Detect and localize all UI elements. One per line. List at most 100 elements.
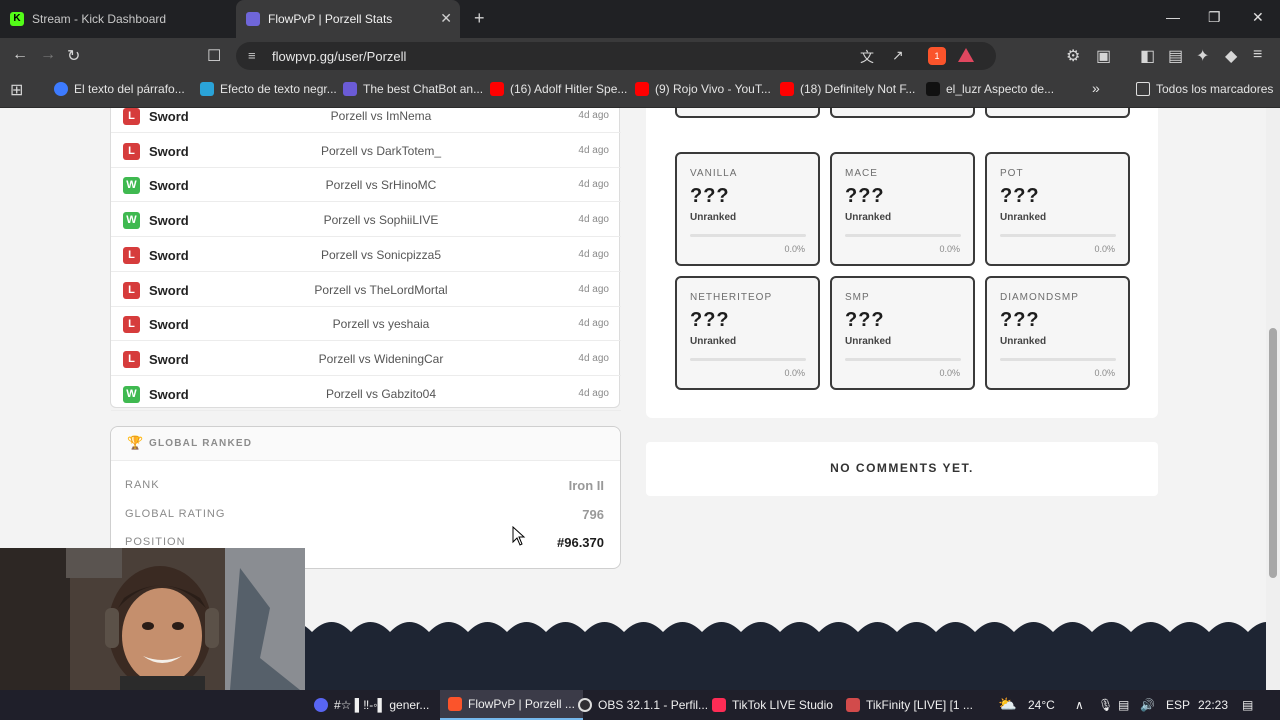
tray-overflow-icon[interactable]: ∧ [1075, 698, 1084, 712]
notifications-icon[interactable]: ▤ [1242, 698, 1253, 712]
match-time: 4d ago [578, 110, 609, 121]
bookmark-item[interactable]: el_luzr Aspecto de... [926, 82, 1054, 96]
match-players[interactable]: Porzell vs SophiiLIVE [251, 213, 511, 227]
match-row[interactable]: L Sword Porzell vs ImNema 4d ago [111, 108, 621, 133]
match-row[interactable]: L Sword Porzell vs Sonicpizza5 4d ago [111, 238, 621, 272]
menu-icon[interactable]: ≡ [1253, 46, 1262, 64]
loss-badge: L [123, 281, 140, 299]
weather-temperature[interactable]: 24°C [1028, 698, 1055, 712]
win-badge: W [123, 212, 140, 230]
tier-card[interactable]: POT??? Unranked 0.0% [985, 152, 1130, 266]
bookmark-item[interactable]: The best ChatBot an... [343, 82, 483, 96]
new-tab-button[interactable]: + [474, 8, 485, 29]
mouse-cursor-icon [512, 526, 526, 546]
taskbar-tiktok-live[interactable]: TikTok LIVE Studio [712, 690, 833, 720]
match-players[interactable]: Porzell vs ImNema [251, 109, 511, 123]
tab-kick-dashboard[interactable]: K Stream - Kick Dashboard [10, 0, 230, 38]
minimize-icon[interactable]: — [1166, 9, 1180, 25]
match-row[interactable]: W Sword Porzell vs SrHinoMC 4d ago [111, 168, 621, 203]
tier-status: Unranked [690, 212, 737, 223]
apps-grid-icon[interactable]: ⊞ [10, 80, 23, 100]
bookmark-item[interactable]: (16) Adolf Hitler Spe... [490, 82, 627, 96]
extensions-icon[interactable]: ⚙ [1066, 46, 1080, 66]
bookmark-icon[interactable]: ☐ [207, 46, 221, 66]
close-tab-icon[interactable]: ✕ [440, 10, 452, 27]
more-bookmarks-icon[interactable]: » [1092, 80, 1100, 96]
tier-card[interactable]: VANILLA??? Unranked 0.0% [675, 152, 820, 266]
bookmark-item[interactable]: El texto del párrafo... [54, 82, 185, 96]
taskbar-tikfinity[interactable]: TikFinity [LIVE] [1 ... [846, 690, 973, 720]
tier-status: Unranked [1000, 212, 1047, 223]
forward-icon[interactable]: → [40, 46, 56, 64]
match-players[interactable]: Porzell vs Gabzito04 [251, 387, 511, 401]
leo-ai-icon[interactable]: ✦ [1196, 46, 1209, 66]
match-row[interactable]: W Sword Porzell vs SophiiLIVE 4d ago [111, 203, 621, 238]
bookmark-item[interactable]: (18) Definitely Not F... [780, 82, 915, 96]
tier-name: DIAMONDSMP [1000, 292, 1079, 303]
tier-card[interactable]: 0.0% [985, 108, 1130, 118]
match-mode: Sword [149, 213, 189, 229]
match-players[interactable]: Porzell vs Sonicpizza5 [251, 248, 511, 262]
microphone-icon[interactable]: 🎙 [1098, 698, 1113, 712]
page-scrollbar[interactable] [1266, 108, 1280, 690]
tier-percent: 0.0% [1094, 368, 1115, 378]
brave-rewards-icon[interactable] [958, 48, 974, 62]
bookmark-item[interactable]: Efecto de texto negr... [200, 82, 337, 96]
scrollbar-thumb[interactable] [1269, 328, 1277, 578]
tier-progress-bar [845, 358, 961, 361]
match-players[interactable]: Porzell vs DarkTotem_ [251, 144, 511, 158]
all-bookmarks-folder[interactable]: Todos los marcadores [1136, 82, 1273, 96]
bookmarks-bar: ⊞ El texto del párrafo... Efecto de text… [0, 74, 1280, 108]
match-players[interactable]: Porzell vs TheLordMortal [251, 283, 511, 297]
restore-icon[interactable]: ❐ [1208, 9, 1221, 26]
close-window-icon[interactable]: ✕ [1252, 9, 1264, 26]
tier-card[interactable]: MACE??? Unranked 0.0% [830, 152, 975, 266]
screenshot-icon[interactable]: ▣ [1096, 46, 1111, 66]
tier-rank: ??? [690, 309, 730, 331]
tier-card[interactable]: SMP??? Unranked 0.0% [830, 276, 975, 390]
volume-icon[interactable]: 🔊 [1140, 698, 1155, 712]
language-indicator[interactable]: ESP [1166, 698, 1190, 712]
kick-icon: K [10, 12, 24, 26]
tier-progress-bar [845, 234, 961, 237]
taskbar-browser[interactable]: FlowPvP | Porzell ... [440, 690, 583, 720]
bookmark-item[interactable]: (9) Rojo Vivo - YouT... [635, 82, 771, 96]
sidebar-icon[interactable]: ◧ [1140, 46, 1155, 66]
loss-badge: L [123, 142, 140, 160]
share-icon[interactable]: ↗ [892, 47, 904, 64]
tab-flowpvp[interactable]: FlowPvP | Porzell Stats ✕ [236, 0, 460, 38]
taskbar-obs[interactable]: OBS 32.1.1 - Perfil... [578, 690, 708, 720]
match-row[interactable]: L Sword Porzell vs DarkTotem_ 4d ago [111, 134, 621, 168]
address-bar[interactable]: ≡ flowpvp.gg/user/Porzell 文 ↗ 1 [236, 42, 996, 70]
match-players[interactable]: Porzell vs yeshaia [251, 317, 511, 331]
tier-card[interactable]: 98.0% [830, 108, 975, 118]
taskbar-discord[interactable]: #☆ ▌‼-◦▌ gener... [314, 690, 429, 720]
vpn-icon[interactable]: ◆ [1225, 46, 1237, 66]
clock[interactable]: 22:23 [1198, 698, 1228, 712]
weather-icon[interactable]: ⛅ [998, 695, 1017, 713]
match-row[interactable]: L Sword Porzell vs yeshaia 4d ago [111, 307, 621, 342]
back-icon[interactable]: ← [12, 46, 28, 64]
tier-card[interactable]: NETHERITEOP??? Unranked 0.0% [675, 276, 820, 390]
site-info-icon[interactable]: ≡ [248, 48, 256, 63]
match-row[interactable]: L Sword Porzell vs TheLordMortal 4d ago [111, 273, 621, 307]
tiers-panel: 67.0% 98.0% 0.0% VANILLA???Unranked0.0%MACE… [646, 108, 1158, 418]
brave-shield-icon[interactable]: 1 [928, 47, 946, 65]
rank-value: Iron II [568, 478, 604, 493]
network-icon[interactable]: ▤ [1118, 698, 1129, 712]
translate-icon[interactable]: 文 [860, 47, 874, 67]
match-players[interactable]: Porzell vs WideningCar [251, 352, 511, 366]
match-row[interactable]: L Sword Porzell vs WideningCar 4d ago [111, 342, 621, 376]
tier-name: SMP [845, 292, 870, 303]
tier-card[interactable]: DIAMONDSMP??? Unranked 0.0% [985, 276, 1130, 390]
match-row[interactable]: W Sword Porzell vs Gabzito04 4d ago [111, 377, 621, 411]
tier-progress-bar [690, 234, 806, 237]
tiktok-icon [712, 698, 726, 712]
match-players[interactable]: Porzell vs SrHinoMC [251, 178, 511, 192]
url-text[interactable]: flowpvp.gg/user/Porzell [272, 49, 406, 64]
obs-icon [578, 698, 592, 712]
tier-card[interactable]: 67.0% [675, 108, 820, 118]
match-mode: Sword [149, 178, 189, 194]
reload-icon[interactable]: ↻ [67, 46, 80, 66]
wallet-icon[interactable]: ▤ [1168, 46, 1183, 66]
